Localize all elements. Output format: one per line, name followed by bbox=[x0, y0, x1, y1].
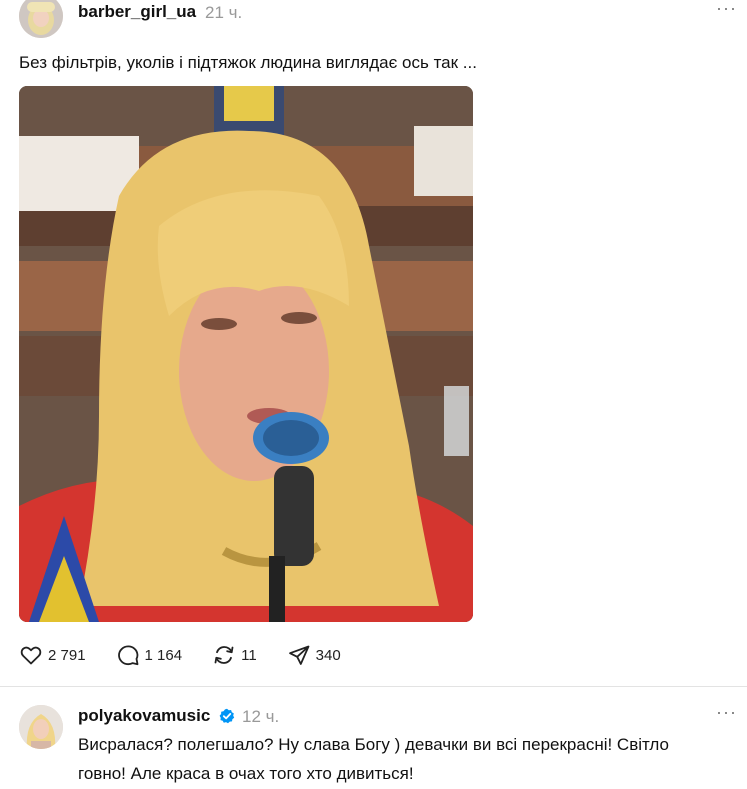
verified-badge-icon bbox=[219, 708, 235, 724]
comment-button[interactable]: 1 164 bbox=[116, 643, 183, 667]
send-icon bbox=[288, 645, 310, 665]
reply-timestamp[interactable]: 12 ч. bbox=[242, 707, 279, 727]
share-button[interactable]: 340 bbox=[287, 643, 341, 667]
more-dots-icon[interactable]: ··· bbox=[716, 0, 737, 19]
comment-count: 1 164 bbox=[144, 646, 183, 664]
reply-author-avatar[interactable] bbox=[19, 705, 63, 749]
repost-count: 11 bbox=[241, 646, 257, 664]
photo-of-blonde-woman-at-microphone bbox=[19, 86, 473, 622]
reply-text-line-1: Висралася? полегшало? Ну слава Богу ) де… bbox=[78, 735, 669, 754]
post-action-bar: 2 791 1 164 11 340 bbox=[19, 642, 371, 668]
repost-button[interactable]: 11 bbox=[212, 643, 257, 667]
post-timestamp[interactable]: 21 ч. bbox=[205, 3, 242, 23]
like-button[interactable]: 2 791 bbox=[19, 643, 86, 667]
reply-author-username[interactable]: polyakovamusic bbox=[78, 706, 210, 726]
post-image[interactable] bbox=[19, 86, 473, 622]
share-count: 340 bbox=[315, 646, 341, 664]
post-author-username[interactable]: barber_girl_ua bbox=[78, 2, 196, 22]
thread-divider bbox=[0, 686, 747, 687]
post-author-avatar[interactable] bbox=[19, 0, 63, 38]
heart-icon bbox=[20, 646, 42, 665]
reply-text-line-2: говно! Але краса в очах того хто дивитьс… bbox=[78, 764, 414, 783]
speech-bubble-icon bbox=[117, 645, 138, 666]
like-count: 2 791 bbox=[48, 646, 86, 664]
repost-arrows-icon bbox=[214, 646, 234, 664]
post-caption: Без фільтрів, уколів і підтяжок людина в… bbox=[19, 53, 477, 72]
more-dots-icon[interactable]: ··· bbox=[716, 702, 737, 723]
